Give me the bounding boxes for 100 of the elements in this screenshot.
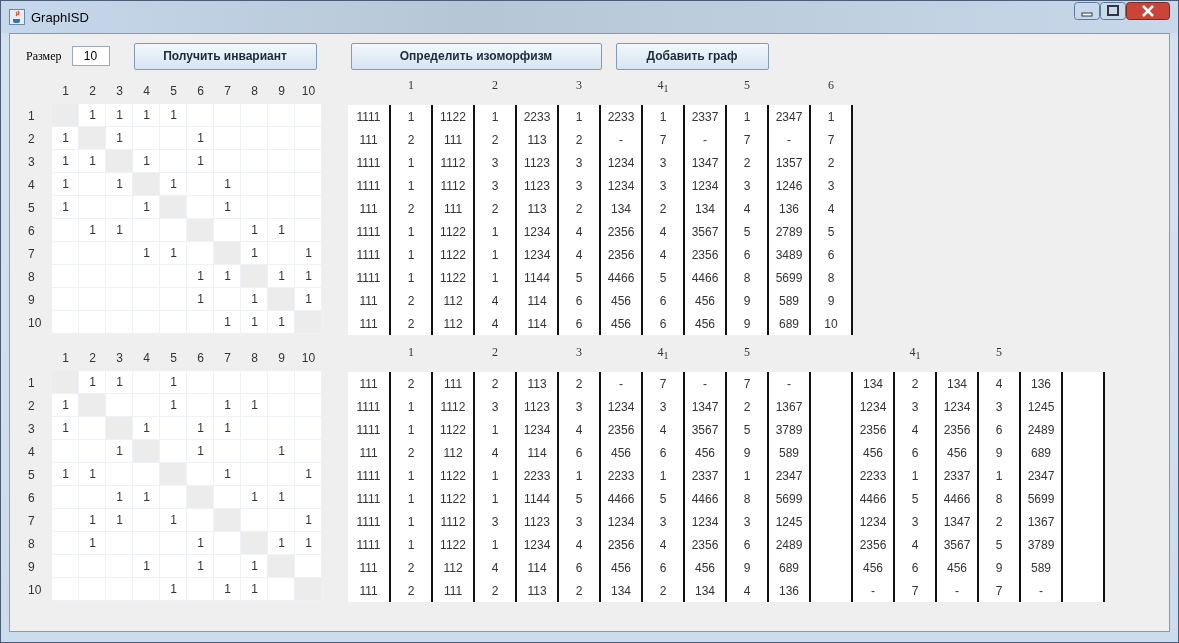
table-cell: 2 <box>390 197 432 220</box>
matrix-cell[interactable]: 1 <box>52 150 79 173</box>
matrix-cell[interactable]: 1 <box>187 555 214 578</box>
matrix-cell[interactable]: 1 <box>106 219 133 242</box>
matrix-cell[interactable]: 1 <box>79 150 106 173</box>
matrix-cell[interactable]: 1 <box>268 486 295 509</box>
matrix-cell[interactable]: 1 <box>214 578 241 601</box>
matrix-cell[interactable]: 1 <box>79 219 106 242</box>
matrix-cell[interactable]: 1 <box>295 532 322 555</box>
matrix-cell[interactable]: 1 <box>268 219 295 242</box>
matrix-cell[interactable]: 1 <box>295 509 322 532</box>
matrix-cell[interactable]: 1 <box>133 242 160 265</box>
matrix-cell[interactable]: 1 <box>241 311 268 334</box>
matrix-cell[interactable]: 1 <box>268 311 295 334</box>
matrix-cell[interactable]: 1 <box>106 173 133 196</box>
matrix-cell[interactable]: 1 <box>268 440 295 463</box>
table-cell: 1234 <box>516 220 558 243</box>
table-cell: 2233 <box>852 464 894 487</box>
matrix-cell[interactable]: 1 <box>214 265 241 288</box>
matrix-cell[interactable]: 1 <box>133 417 160 440</box>
matrix-cell[interactable]: 1 <box>133 486 160 509</box>
toolbar-button[interactable]: Определить изоморфизм <box>350 42 602 70</box>
matrix-cell[interactable]: 1 <box>241 486 268 509</box>
matrix-cell[interactable]: 1 <box>268 532 295 555</box>
table-cell: 1 <box>558 464 600 487</box>
matrix-cell[interactable]: 1 <box>160 371 187 394</box>
matrix-cell[interactable]: 1 <box>160 394 187 417</box>
row-header: 4 <box>27 444 36 459</box>
column-header: 4$_{1}$ <box>657 345 669 359</box>
matrix-cell[interactable]: 1 <box>160 173 187 196</box>
matrix-cell[interactable]: 1 <box>52 196 79 219</box>
matrix-cell[interactable]: 1 <box>52 463 79 486</box>
maximize-icon[interactable] <box>1100 2 1126 20</box>
matrix-cell[interactable]: 1 <box>106 440 133 463</box>
table-cell: - <box>768 128 810 151</box>
matrix-cell[interactable]: 1 <box>106 486 133 509</box>
table-cell: 4 <box>978 372 1020 395</box>
toolbar-button[interactable]: Получить инвариант <box>133 42 317 70</box>
matrix-cell[interactable]: 1 <box>79 509 106 532</box>
matrix-cell[interactable]: 1 <box>214 463 241 486</box>
matrix-cell[interactable]: 1 <box>241 219 268 242</box>
close-icon[interactable] <box>1126 2 1170 20</box>
table-cell: 1367 <box>1020 510 1062 533</box>
table-cell: 1234 <box>600 174 642 197</box>
matrix-cell[interactable]: 1 <box>133 555 160 578</box>
matrix-cell[interactable]: 1 <box>52 127 79 150</box>
matrix-cell[interactable]: 1 <box>160 104 187 127</box>
matrix-cell[interactable]: 1 <box>133 104 160 127</box>
matrix-cell[interactable]: 1 <box>268 265 295 288</box>
matrix-cell[interactable]: 1 <box>241 242 268 265</box>
table-cell: 3 <box>558 510 600 533</box>
column-header: 6 <box>828 78 834 92</box>
table-cell: 134 <box>852 372 894 395</box>
matrix-cell[interactable]: 1 <box>214 173 241 196</box>
matrix-cell[interactable]: 1 <box>187 440 214 463</box>
table-cell: 5 <box>558 487 600 510</box>
matrix-cell[interactable]: 1 <box>106 509 133 532</box>
matrix-cell[interactable]: 1 <box>187 127 214 150</box>
table-cell: 3 <box>642 174 684 197</box>
matrix-cell[interactable]: 1 <box>52 417 79 440</box>
table-cell: 6 <box>642 289 684 312</box>
matrix-cell[interactable]: 1 <box>295 265 322 288</box>
matrix-cell[interactable]: 1 <box>187 288 214 311</box>
matrix-cell[interactable]: 1 <box>52 173 79 196</box>
matrix-cell[interactable]: 1 <box>106 371 133 394</box>
table-cell: 111 <box>348 372 390 395</box>
matrix-cell[interactable]: 1 <box>241 288 268 311</box>
table-cell: 1234 <box>684 174 726 197</box>
matrix-cell[interactable]: 1 <box>295 463 322 486</box>
matrix-cell[interactable]: 1 <box>52 394 79 417</box>
matrix-cell[interactable]: 1 <box>241 555 268 578</box>
matrix-cell[interactable]: 1 <box>214 196 241 219</box>
matrix-cell[interactable]: 1 <box>187 532 214 555</box>
matrix-cell[interactable]: 1 <box>241 578 268 601</box>
matrix-cell[interactable]: 1 <box>241 394 268 417</box>
matrix-cell[interactable]: 1 <box>160 242 187 265</box>
matrix-cell[interactable]: 1 <box>79 371 106 394</box>
matrix-cell[interactable]: 1 <box>187 150 214 173</box>
matrix-cell[interactable]: 1 <box>79 532 106 555</box>
matrix-cell[interactable]: 1 <box>187 265 214 288</box>
table-cell: 1 <box>390 266 432 289</box>
table-cell: 1 <box>390 105 432 128</box>
toolbar-button[interactable]: Добавить граф <box>615 42 769 70</box>
matrix-cell[interactable]: 1 <box>214 311 241 334</box>
matrix-cell[interactable]: 1 <box>295 288 322 311</box>
matrix-cell[interactable]: 1 <box>214 417 241 440</box>
matrix-cell[interactable]: 1 <box>160 509 187 532</box>
size-field[interactable]: 10 <box>71 46 110 66</box>
matrix-cell[interactable]: 1 <box>187 417 214 440</box>
table-cell: 2489 <box>768 533 810 556</box>
matrix-cell[interactable]: 1 <box>214 394 241 417</box>
matrix-cell[interactable]: 1 <box>106 127 133 150</box>
matrix-cell[interactable]: 1 <box>295 242 322 265</box>
matrix-cell[interactable]: 1 <box>133 150 160 173</box>
matrix-cell[interactable]: 1 <box>106 104 133 127</box>
table-cell: 4466 <box>684 266 726 289</box>
matrix-cell[interactable]: 1 <box>79 104 106 127</box>
matrix-cell[interactable]: 1 <box>79 463 106 486</box>
matrix-cell[interactable]: 1 <box>160 578 187 601</box>
matrix-cell[interactable]: 1 <box>133 196 160 219</box>
